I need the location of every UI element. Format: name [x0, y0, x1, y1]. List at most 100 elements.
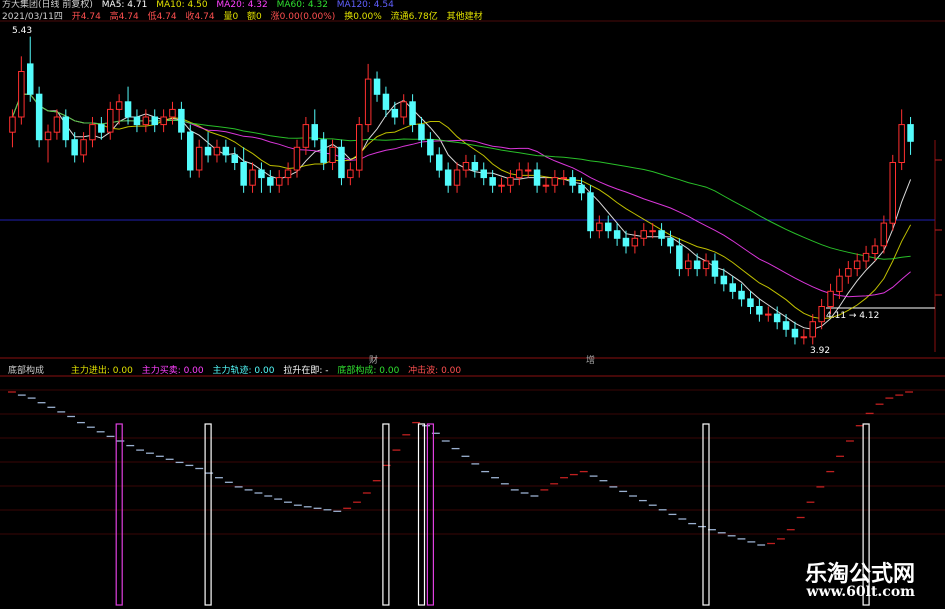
price-mid-label: 4.11 → 4.12 — [826, 311, 879, 321]
candle-body — [773, 313, 781, 323]
industry: 其他建材 — [446, 12, 483, 22]
candle-body — [62, 116, 69, 141]
candle — [178, 101, 185, 140]
candle-body — [889, 162, 896, 224]
candle-body — [418, 124, 425, 141]
candle-body — [284, 169, 292, 179]
candle-body — [320, 139, 327, 163]
candle-body — [862, 252, 870, 262]
candle — [356, 116, 363, 178]
candle — [400, 94, 407, 125]
candle — [35, 86, 43, 148]
candle — [249, 162, 256, 193]
candle — [800, 329, 808, 345]
candle-body — [98, 124, 105, 133]
candle-body — [711, 260, 719, 277]
signal-marker — [417, 423, 426, 606]
candle-body — [276, 177, 283, 186]
candle-body — [391, 108, 399, 118]
candle-body — [676, 245, 683, 270]
candle-body — [880, 222, 888, 247]
candle-body — [720, 275, 728, 285]
candle — [276, 170, 283, 193]
candle-body — [809, 321, 816, 338]
candle — [569, 170, 576, 193]
candle — [27, 36, 34, 102]
price-high-label: 5.43 — [12, 26, 32, 36]
candle-body — [267, 177, 274, 186]
candle-body — [258, 169, 265, 179]
candle-body — [578, 184, 585, 194]
candle — [18, 56, 25, 125]
candle — [605, 215, 612, 239]
candle — [427, 132, 434, 163]
candle-body — [622, 237, 630, 247]
bar-volume: 量0 — [223, 12, 239, 22]
candle — [409, 94, 416, 133]
signal-marker — [382, 423, 390, 606]
indicator-header: 底部构成 主力进出: 0.00 主力买卖: 0.00 主力轨迹: 0.00 拉升… — [8, 366, 467, 377]
price-low-label: 3.92 — [810, 346, 830, 356]
candle-body — [53, 116, 61, 133]
chart-grid — [0, 20, 945, 535]
candle — [747, 291, 754, 315]
candle-body — [898, 124, 905, 163]
candle-body — [436, 154, 443, 171]
signal-marker — [115, 423, 123, 606]
axis-mark-2: 增 — [586, 354, 595, 366]
candle-body — [667, 237, 674, 247]
ma20-value: MA20: 4.32 — [216, 0, 268, 10]
candle-body — [169, 108, 176, 118]
candle — [729, 276, 736, 299]
candle — [480, 162, 487, 186]
ma5-line — [11, 93, 912, 330]
candle-body — [471, 162, 479, 171]
candle-body — [738, 290, 745, 300]
bar-close: 收4.74 — [185, 12, 215, 22]
candle-body — [507, 177, 514, 186]
candle — [845, 261, 852, 284]
candle — [471, 154, 479, 178]
candle — [765, 306, 772, 322]
candle-body — [542, 184, 550, 187]
candle-body — [605, 222, 612, 232]
candle-body — [249, 169, 256, 186]
candle — [560, 170, 567, 186]
candle — [853, 253, 861, 277]
candle-body — [640, 230, 647, 239]
candle-body — [596, 222, 603, 232]
candle-body — [133, 116, 141, 126]
candle — [613, 223, 621, 246]
candle-body — [756, 306, 763, 315]
candle-body — [489, 177, 496, 186]
candle-body — [836, 275, 843, 292]
candle — [862, 245, 870, 269]
candle-body — [240, 162, 247, 186]
candle — [124, 86, 132, 125]
candle — [809, 314, 816, 345]
candle-body — [853, 260, 861, 270]
candle-body — [124, 101, 132, 118]
candle — [311, 109, 318, 148]
candle — [827, 283, 834, 315]
candle-body — [373, 78, 381, 95]
candle — [542, 177, 550, 193]
candle — [756, 298, 763, 322]
bar-amount: 额0 — [247, 12, 262, 22]
candle-body — [462, 162, 470, 171]
candle — [160, 109, 167, 133]
candle — [9, 109, 16, 148]
candle-body — [747, 298, 754, 307]
signal-marker — [204, 423, 212, 606]
candle — [453, 162, 461, 193]
indicator-1: 主力进出: 0.00 — [70, 366, 133, 376]
candle — [391, 101, 399, 125]
candle-body — [18, 71, 25, 118]
candle — [133, 109, 141, 133]
candle — [329, 139, 336, 171]
axis-mark-1: 财 — [369, 354, 378, 366]
candle — [240, 147, 247, 193]
candle-body — [231, 154, 238, 163]
candle-body — [907, 124, 914, 142]
candle-body — [453, 169, 461, 186]
